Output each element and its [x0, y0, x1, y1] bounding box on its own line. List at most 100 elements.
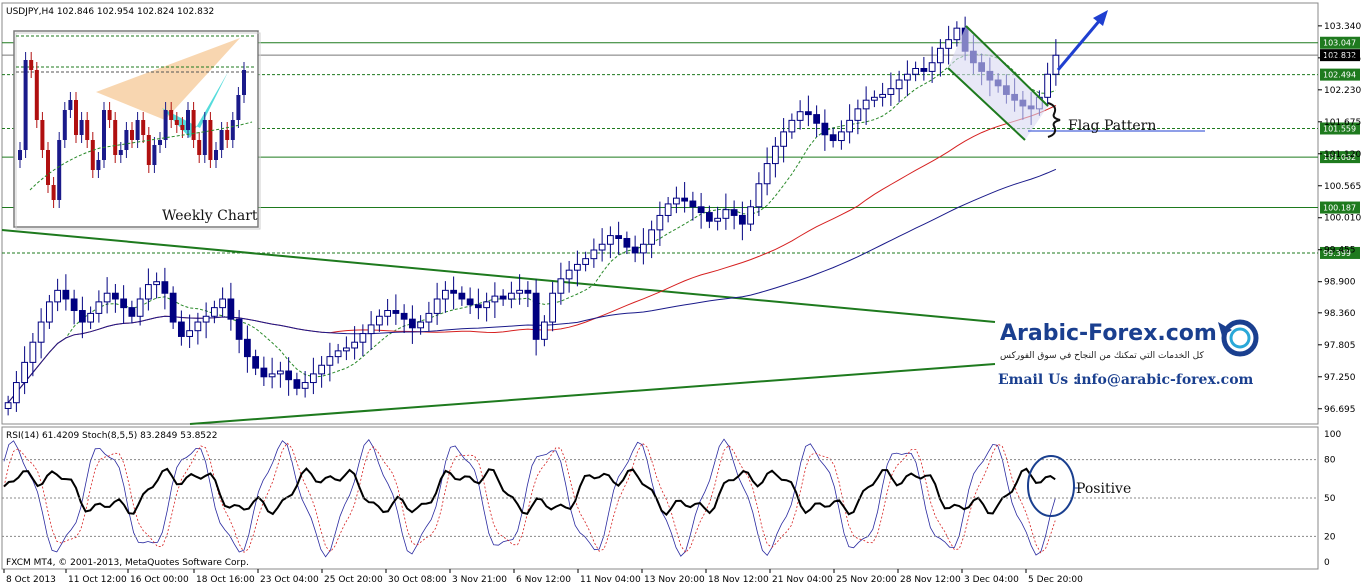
candle-body: [144, 284, 152, 300]
candle-body: [524, 289, 532, 294]
email-label: Email Us :: [998, 372, 1078, 388]
level-value: 102.494: [1323, 71, 1356, 80]
positive-label: Positive: [1076, 481, 1131, 497]
candle-body: [639, 243, 647, 254]
candle-body: [582, 258, 590, 265]
candle-body: [425, 312, 433, 323]
candle-body: [466, 298, 474, 306]
candle-body: [4, 402, 12, 409]
price-tick-label: 101.120: [1324, 150, 1361, 160]
price-tick-label: 96.695: [1324, 405, 1356, 415]
candle-body: [235, 318, 243, 340]
symbol-header: USDJPY,H4 102.846 102.954 102.824 102.83…: [6, 7, 214, 17]
candle-body: [103, 292, 111, 303]
price-tick-label: 99.455: [1324, 246, 1356, 256]
rsi-label: RSI(14) 61.4209: [6, 431, 79, 441]
price-tick-label: 102.785: [1324, 54, 1361, 64]
candle-body: [326, 356, 334, 366]
candle-body: [334, 350, 342, 358]
weekly-chart-label: Weekly Chart: [162, 208, 258, 224]
candle-body: [928, 62, 936, 72]
candle-body: [120, 298, 128, 309]
candle-body: [796, 111, 804, 121]
candle-body: [953, 27, 961, 41]
osc-tick-label: 100: [1324, 430, 1341, 440]
candle-body: [87, 312, 95, 323]
level-value: 100.187: [1323, 204, 1356, 213]
price-tick-label: 103.340: [1324, 22, 1361, 32]
time-tick-label: 3 Dec 04:00: [964, 575, 1019, 585]
price-tick-label: 102.230: [1324, 86, 1361, 96]
candle-body: [689, 200, 697, 208]
candle-body: [623, 237, 631, 248]
candle-body: [70, 298, 78, 312]
price-tick-label: 98.900: [1324, 278, 1356, 288]
candle-body: [631, 246, 639, 254]
price-tick-label: 98.360: [1324, 309, 1356, 319]
candle-body: [450, 289, 458, 294]
candle-body: [540, 321, 548, 340]
candle-body: [747, 206, 755, 225]
osc-tick-label: 0: [1324, 558, 1330, 568]
candle-body: [804, 111, 812, 116]
candle-body: [615, 235, 623, 239]
candle-body: [598, 243, 606, 251]
candle-body: [276, 370, 284, 375]
price-tick-label: 100.565: [1324, 182, 1361, 192]
candle-body: [367, 324, 375, 335]
time-tick-label: 11 Nov 04:00: [580, 575, 641, 585]
candle-body: [169, 292, 177, 323]
candle-body: [21, 361, 29, 384]
time-tick-label: 8 Oct 2013: [6, 575, 56, 585]
candle-body: [54, 289, 62, 303]
weekly-chart-inset: Weekly Chart: [13, 30, 261, 230]
candle-body: [441, 289, 449, 300]
candle-body: [780, 131, 788, 147]
time-tick-label: 11 Oct 12:00: [68, 575, 127, 585]
candle-body: [714, 217, 722, 222]
candle-body: [837, 131, 845, 142]
price-tick-label: 97.805: [1324, 341, 1356, 351]
candle-body: [293, 379, 301, 389]
candle-body: [375, 315, 383, 326]
price-tick-label: 101.675: [1324, 118, 1361, 128]
candle-body: [1044, 73, 1052, 98]
candle-body: [45, 301, 53, 323]
level-value: 103.047: [1323, 39, 1356, 48]
price-tick-label: 100.010: [1324, 214, 1361, 224]
candle-body: [821, 122, 829, 136]
candle-body: [417, 321, 425, 329]
candle-body: [648, 229, 656, 245]
candle-body: [227, 298, 235, 320]
candle-body: [29, 341, 37, 363]
candle-body: [301, 382, 309, 389]
candle-body: [342, 347, 350, 352]
candle-body: [771, 145, 779, 165]
candle-body: [194, 321, 202, 332]
flag-pattern-label: Flag Pattern: [1068, 118, 1156, 134]
candle-body: [210, 307, 218, 317]
candle-body: [219, 298, 227, 309]
candle-body: [408, 318, 416, 329]
candle-body: [549, 292, 557, 323]
candle-body: [78, 310, 86, 323]
candle-body: [392, 310, 400, 314]
candle-body: [722, 209, 730, 219]
candle-body: [111, 292, 119, 300]
candle-body: [161, 281, 169, 294]
price-tick-label: 97.250: [1324, 373, 1356, 383]
candle-body: [285, 370, 293, 381]
candle-body: [384, 310, 392, 317]
candle-body: [846, 119, 854, 133]
candle-body: [507, 292, 515, 300]
candle-body: [491, 295, 499, 303]
candle-body: [606, 235, 614, 245]
email-address[interactable]: info@arabic-forex.com: [1076, 372, 1254, 388]
price-chart: USDJPY,H4 102.846 102.954 102.824 102.83…: [1, 2, 1361, 585]
candle-body: [12, 382, 20, 404]
time-tick-label: 5 Dec 20:00: [1028, 575, 1083, 585]
candle-body: [887, 88, 895, 95]
candle-body: [912, 68, 920, 75]
time-tick-label: 16 Oct 00:00: [130, 575, 189, 585]
candle-body: [879, 93, 887, 98]
